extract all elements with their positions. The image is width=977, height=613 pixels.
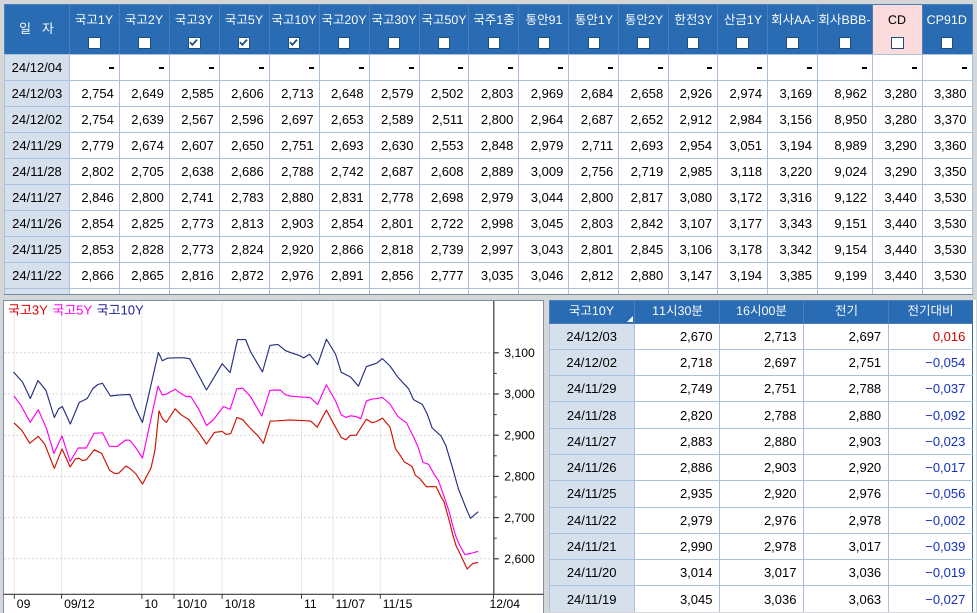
svg-text:2,600: 2,600 [504,552,535,566]
svg-text:3,100: 3,100 [504,346,535,360]
svg-text:11/07: 11/07 [336,597,366,611]
svg-text:2,800: 2,800 [504,470,535,484]
svg-text:10/18: 10/18 [225,597,256,611]
svg-text:11/15: 11/15 [383,597,413,611]
svg-text:10/10: 10/10 [177,597,208,611]
svg-text:09: 09 [17,597,31,611]
svg-text:3,000: 3,000 [504,387,535,401]
svg-text:2,700: 2,700 [504,511,535,525]
svg-text:09/12: 09/12 [64,597,95,611]
svg-text:11: 11 [304,597,317,611]
svg-text:10: 10 [144,597,158,611]
svg-text:12/04: 12/04 [490,597,521,611]
svg-text:2,900: 2,900 [504,428,535,442]
